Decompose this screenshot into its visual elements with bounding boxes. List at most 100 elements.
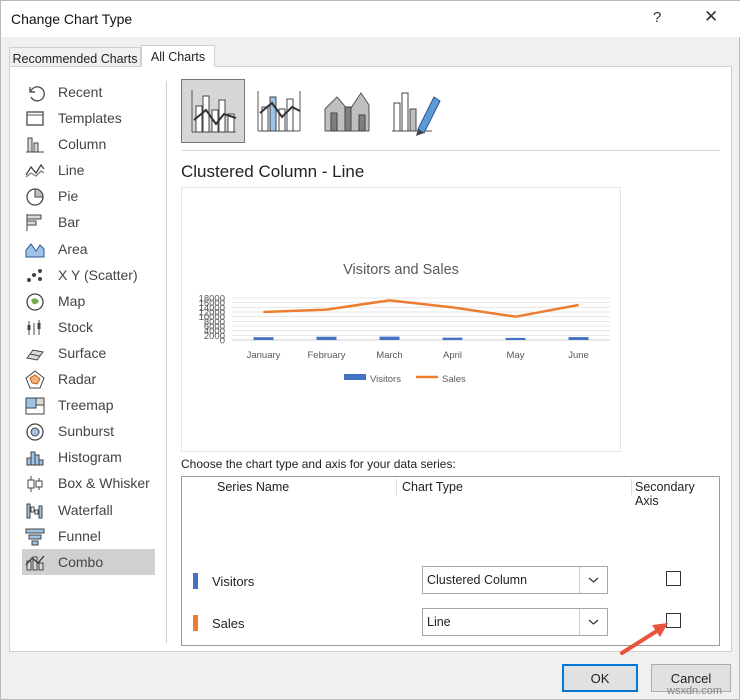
chart-preview: Visitors and Sales 0 2000 4000 6000 8000 10000… [181,187,621,452]
clustered-column-line-secondary-icon [257,91,301,132]
x-tick-label: February [307,350,345,361]
chart-type-item-column[interactable]: Column [22,131,155,157]
sales-point [578,304,579,306]
header-series-name: Series Name [217,480,290,494]
waterfall-chart-icon [25,501,45,519]
chart-type-item-waterfall[interactable]: Waterfall [22,497,155,523]
legend-label-visitors: Visitors [370,374,401,385]
box-whisker-chart-icon [25,474,45,493]
chart-type-label: Map [58,292,86,309]
y-tick-label: 18000 [199,294,225,305]
x-tick-label: January [247,350,281,361]
chart-title: Visitors and Sales [343,262,459,278]
chart-type-item-area[interactable]: Area [22,236,155,262]
chart-type-label: Surface [58,344,107,361]
annotation-arrow-icon [620,623,668,655]
chart-type-item-bar[interactable]: Bar [22,209,155,235]
chart-subtype-title: Clustered Column - Line [181,162,365,181]
change-chart-type-dialog: Change Chart Type ? ✕ Recommended Charts… [0,0,740,700]
chart-type-item-map[interactable]: Map [22,288,155,314]
chart-type-item-line[interactable]: Line [22,157,155,183]
visitors-swatch [193,573,198,589]
help-button[interactable]: ? [653,9,661,26]
ok-button[interactable]: OK [562,664,638,692]
chart-type-item-pie[interactable]: Pie [22,183,155,209]
chart-type-item-box-whisker[interactable]: Box & Whisker [22,470,155,496]
chevron-down-icon [579,609,607,635]
secondary-axis-checkbox-visitors[interactable] [666,571,681,586]
custom-combination-icon [392,92,441,136]
chart-type-label: Bar [58,214,80,231]
x-tick-label: March [376,350,402,361]
legend-label-sales: Sales [442,374,466,385]
header-chart-type: Chart Type [402,480,463,494]
funnel-chart-icon [25,527,45,546]
chart-type-label: Combo [58,553,104,570]
chart-type-item-x-y-scatter[interactable]: X Y (Scatter) [22,262,155,288]
variant-stacked-area-clustered-column[interactable] [315,79,379,143]
recent-icon [25,83,45,102]
variant-clustered-column-line[interactable] [181,79,245,143]
select-value: Clustered Column [427,573,528,587]
histogram-chart-icon [25,448,45,466]
chart-type-item-funnel[interactable]: Funnel [22,523,155,549]
chart-type-item-recent[interactable]: Recent [22,79,155,105]
sales-swatch [193,615,198,631]
chevron-down-icon [579,567,607,593]
chart-type-label: Area [58,240,88,257]
chart-type-item-treemap[interactable]: Treemap [22,392,155,418]
variant-clustered-column-line-secondary[interactable] [248,79,312,143]
stock-chart-icon [25,318,45,336]
chart-type-item-templates[interactable]: Templates [22,105,155,131]
chart-type-label: Treemap [58,397,114,414]
clustered-column-line-icon [191,90,237,133]
chart-type-label: Radar [58,371,97,388]
chart-type-label: Waterfall [58,501,113,518]
chart-type-label: Sunburst [58,423,115,440]
sunburst-chart-icon [25,422,45,441]
stacked-area-column-icon [324,92,370,132]
x-tick-label: April [443,350,462,361]
chart-type-label: Templates [58,110,122,127]
chart-type-label: Line [58,162,85,179]
visitors-bar [379,336,400,340]
chart-type-item-stock[interactable]: Stock [22,314,155,340]
chart-type-item-radar[interactable]: Radar [22,366,155,392]
chart-type-select-visitors[interactable]: Clustered Column [422,566,608,594]
chart-type-list: Recent Templates Column Line Pie Bar Area X Y (… [22,79,164,575]
chart-type-label: Stock [58,318,94,335]
chart-type-item-sunburst[interactable]: Sunburst [22,418,155,444]
area-chart-icon [25,240,45,258]
chart-type-select-sales[interactable]: Line [422,608,608,636]
surface-chart-icon [25,344,45,362]
scatter-chart-icon [25,266,45,284]
treemap-chart-icon [25,396,45,415]
header-secondary-axis: Secondary Axis [635,480,695,508]
divider [182,150,720,151]
pie-chart-icon [25,187,45,207]
series-instruction: Choose the chart type and axis for your … [181,457,456,471]
chart-type-item-histogram[interactable]: Histogram [22,444,155,470]
chart-type-item-surface[interactable]: Surface [22,340,155,366]
dialog-title: Change Chart Type [11,11,133,27]
header-divider [396,479,397,495]
legend-swatch-visitors [344,374,366,380]
templates-icon [25,109,45,127]
series-name-visitors: Visitors [212,574,255,589]
chart-type-item-combo[interactable]: Combo [22,548,155,575]
visitors-bar [316,336,337,340]
header-divider [631,479,632,495]
chart-type-label: Column [58,136,107,153]
line-chart-icon [25,161,45,179]
column-chart-icon [25,135,45,153]
combo-chart-icon [25,553,45,571]
tab-all-charts[interactable]: All Charts [141,45,215,67]
watermark: wsxdn.com [667,685,723,697]
chart-type-label: Box & Whisker [58,475,150,492]
map-chart-icon [25,292,45,311]
close-button[interactable]: ✕ [704,7,718,27]
series-name-sales: Sales [212,616,245,631]
x-tick-label: June [568,350,589,361]
variant-custom-combination[interactable] [382,79,446,143]
radar-chart-icon [25,370,45,389]
